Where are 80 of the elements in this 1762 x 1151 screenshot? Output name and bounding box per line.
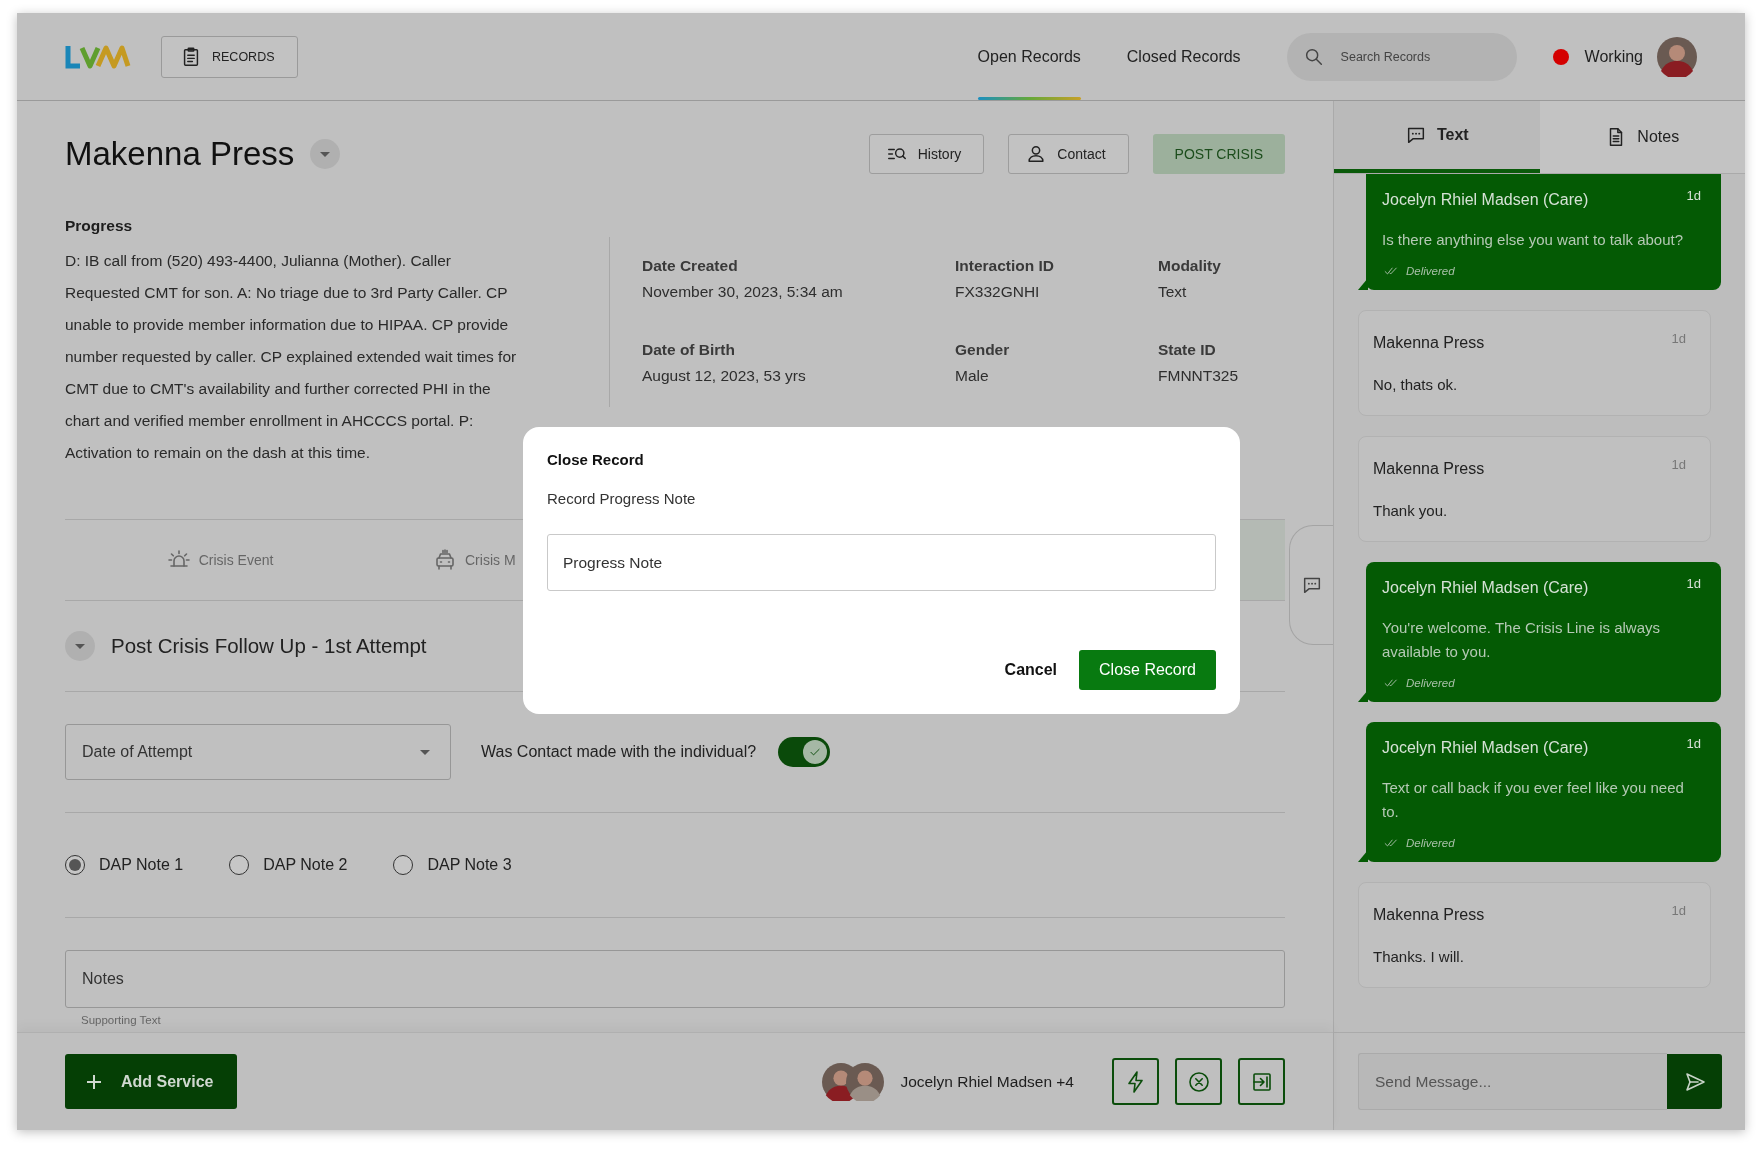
message-text: Is there anything else you want to talk about? [1382, 230, 1685, 250]
detail-label: Date Created [642, 257, 739, 275]
message-time: 1d [1671, 457, 1686, 472]
detail-label: Gender [955, 341, 1011, 359]
sender-name: Makenna Press [1373, 333, 1485, 353]
detail-value: November 30, 2023, 5:34 am [642, 283, 844, 301]
expand-button[interactable] [310, 139, 341, 169]
double-check-icon [1382, 836, 1400, 850]
detail-value: FMNNT325 [1158, 367, 1240, 385]
message-text: No, thats ok. [1373, 375, 1459, 395]
message-time: 1d [1671, 331, 1686, 346]
close-circle-icon [1186, 1069, 1211, 1094]
collapse-button[interactable] [65, 631, 95, 661]
detail-value: Text [1158, 283, 1188, 301]
status-label: Working [1584, 47, 1643, 66]
close-button[interactable] [1175, 1058, 1222, 1105]
vehicle-icon [433, 548, 457, 572]
progress-text: D: IB call from (520) 493-4400, Julianna (Mother). Caller Requested CMT for son. A: No triage due to 3rd Party Caller. CP unable to provide member information due to HIPAA. CP provide number requested by caller. CP explained extended wait times for CMT due to CMT's availability and further corrected PHI in the chart and verified member enrollment in AHCCCS portal. P: Activation to remain on the dash at this time. [65, 251, 517, 463]
delivery-status: Delivered [1406, 677, 1455, 689]
plus-icon [85, 1072, 103, 1091]
double-check-icon [1382, 264, 1400, 278]
history-button[interactable]: History [868, 134, 985, 174]
post-crisis-button[interactable]: POST CRISIS [1152, 134, 1285, 174]
message-text: Thank you. [1373, 501, 1449, 521]
nav-tab[interactable]: Open Records [977, 13, 1081, 100]
message-field[interactable]: Send Message... [1358, 1053, 1667, 1110]
supporting-text: Supporting Text [81, 1014, 161, 1026]
participant-avatar [846, 1062, 885, 1101]
transfer-button[interactable] [1238, 1058, 1285, 1105]
quick-action-button[interactable] [1112, 1058, 1159, 1105]
radio-label[interactable]: DAP Note 2 [263, 856, 348, 874]
notes-field[interactable]: Notes [65, 950, 1285, 1008]
add-service-button[interactable]: Add Service [65, 1054, 238, 1109]
radio-label[interactable]: DAP Note 1 [99, 856, 184, 874]
panel-tab[interactable]: Notes [1539, 101, 1745, 173]
detail-value: FX332GNHI [955, 283, 1041, 301]
detail-label: Modality [1158, 257, 1222, 275]
nav-tab[interactable]: Closed Records [1126, 13, 1241, 100]
radio-button[interactable] [65, 855, 85, 875]
sender-name: Jocelyn Rhiel Madsen (Care) [1382, 738, 1589, 758]
sender-name: Jocelyn Rhiel Madsen (Care) [1382, 190, 1589, 210]
double-check-icon [1382, 676, 1400, 690]
toggle-switch[interactable] [778, 737, 831, 767]
date-dropdown[interactable]: Date of Attempt [65, 724, 451, 780]
sender-name: Makenna Press [1373, 905, 1485, 925]
detail-value: Male [955, 367, 990, 385]
chat-toggle-button[interactable] [1289, 525, 1333, 645]
message-time: 1d [1686, 736, 1701, 751]
message-text: Thanks. I will. [1373, 947, 1465, 967]
user-avatar [1657, 36, 1697, 77]
participants-label: Jocelyn Rhiel Madsen +4 [900, 1072, 1074, 1091]
record-name: Makenna Press [65, 135, 295, 173]
detail-value: August 12, 2023, 53 yrs [642, 367, 807, 385]
section-title: Progress [65, 217, 134, 235]
message-time: 1d [1686, 576, 1701, 591]
sender-name: Jocelyn Rhiel Madsen (Care) [1382, 578, 1589, 598]
close-record-button[interactable]: Close Record [1079, 650, 1216, 690]
progress-note-field[interactable]: Progress Note [547, 534, 1216, 591]
message-time: 1d [1686, 188, 1701, 203]
detail-label: State ID [1158, 341, 1217, 359]
detail-label: Interaction ID [955, 257, 1056, 275]
dialog-subtitle: Record Progress Note [547, 490, 697, 507]
radio-label[interactable]: DAP Note 3 [427, 856, 512, 874]
message-text: Text or call back if you ever feel like you need to. [1382, 778, 1685, 822]
radio-button[interactable] [229, 855, 250, 875]
records-button[interactable]: RECORDS [161, 35, 298, 78]
cancel-button[interactable]: Cancel [1004, 651, 1058, 689]
search-field[interactable]: Search Records [1286, 32, 1517, 81]
detail-label: Date of Birth [642, 341, 736, 359]
send-button[interactable] [1667, 1054, 1722, 1109]
contact-button[interactable]: Contact [1008, 134, 1129, 174]
sender-name: Makenna Press [1373, 459, 1485, 479]
radio-button[interactable] [393, 855, 414, 875]
message-time: 1d [1671, 903, 1686, 918]
delivery-status: Delivered [1406, 837, 1455, 849]
section-title: Post Crisis Follow Up - 1st Attempt [111, 634, 427, 658]
delivery-status: Delivered [1406, 265, 1455, 277]
message-text: You're welcome. The Crisis Line is always available to you. [1382, 618, 1661, 662]
question-label: Was Contact made with the individual? [481, 743, 757, 761]
dialog-title: Close Record [547, 451, 645, 468]
